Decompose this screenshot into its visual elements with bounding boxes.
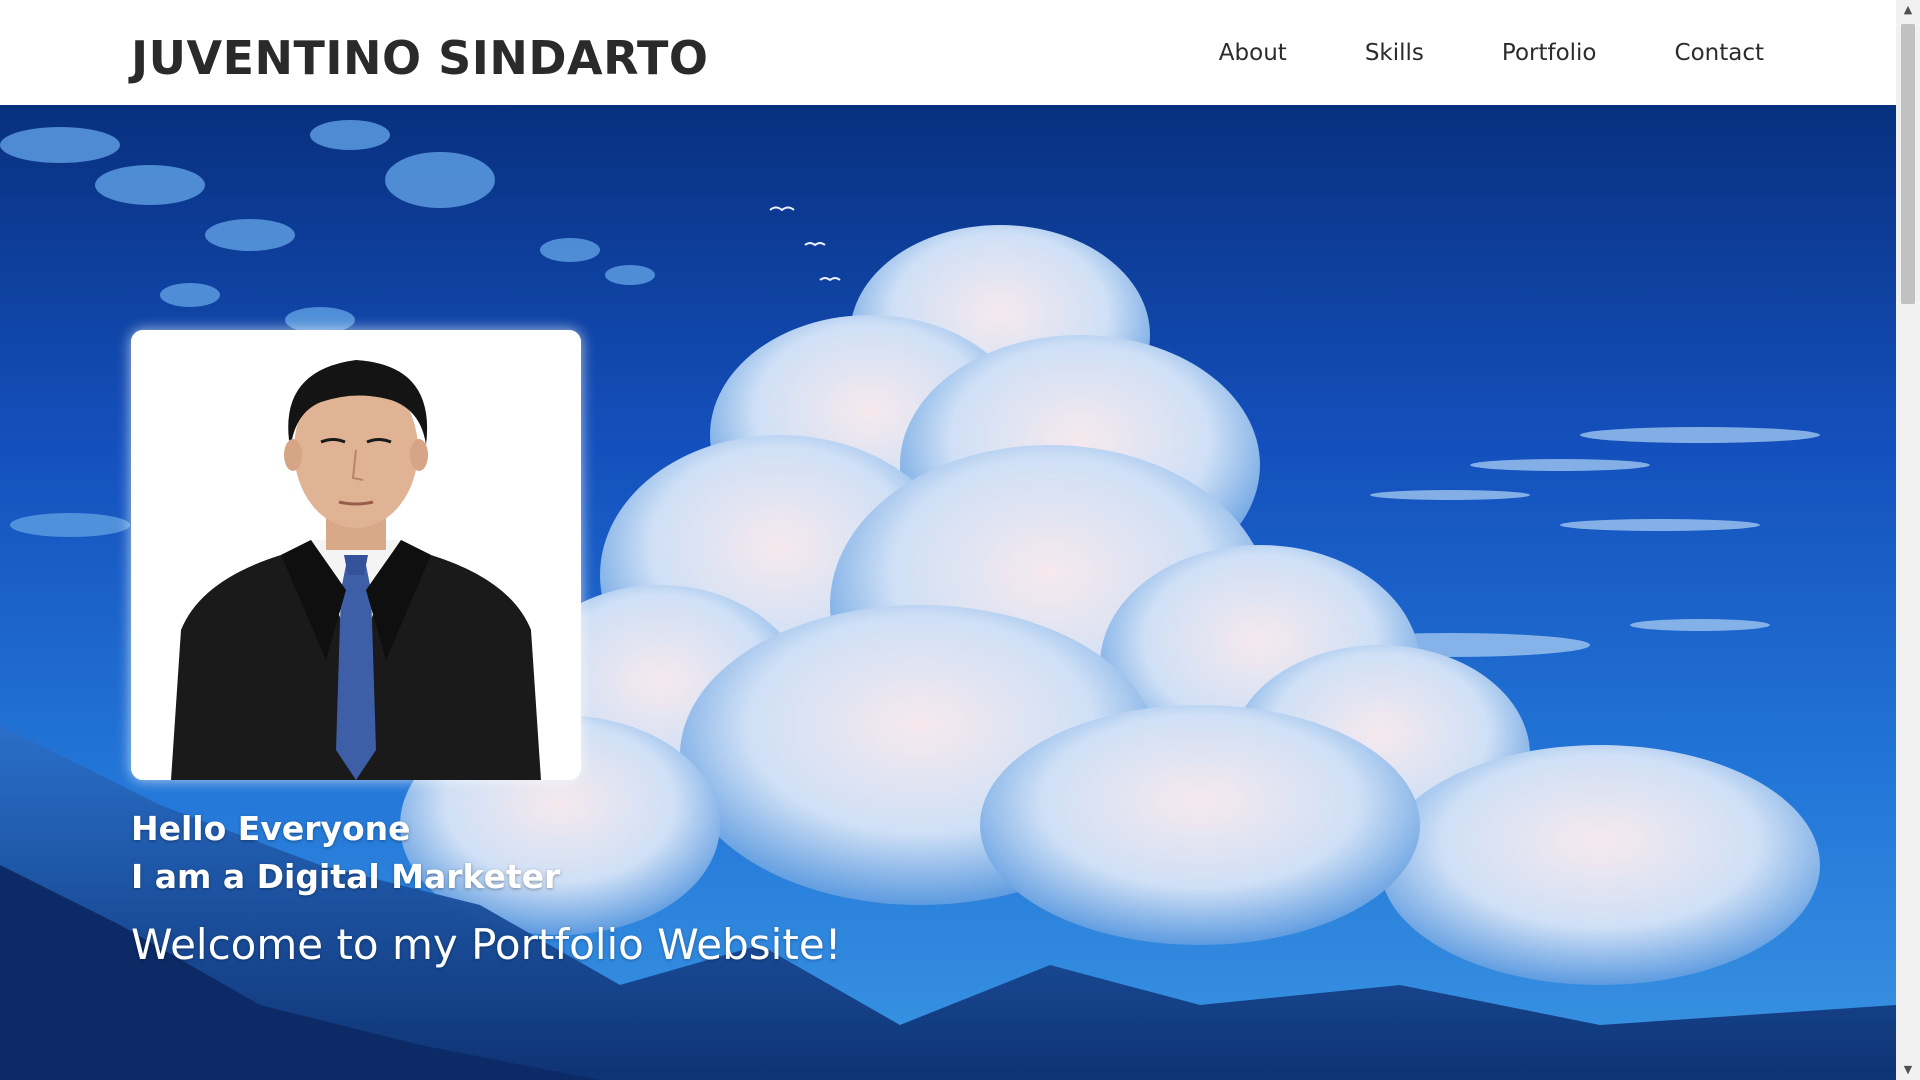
profile-photo-image	[131, 330, 581, 780]
profile-photo	[131, 330, 581, 780]
nav-link-portfolio[interactable]: Portfolio	[1502, 38, 1597, 68]
hero-section: Hello Everyone I am a Digital Marketer W…	[0, 105, 1896, 1080]
scroll-down-icon[interactable]: ▼	[1896, 1060, 1920, 1080]
nav-link-contact[interactable]: Contact	[1675, 38, 1764, 68]
nav-link-skills[interactable]: Skills	[1365, 38, 1424, 68]
greeting-line-2: I am a Digital Marketer	[131, 857, 561, 896]
welcome-heading: Welcome to my Portfolio Website!	[131, 920, 842, 969]
brand-title[interactable]: JUVENTINO SINDARTO	[131, 30, 708, 86]
site-header: JUVENTINO SINDARTO About Skills Portfoli…	[0, 0, 1896, 105]
vertical-scrollbar[interactable]: ▲ ▼	[1896, 0, 1920, 1080]
hero-greeting: Hello Everyone I am a Digital Marketer	[131, 805, 560, 901]
scroll-up-icon[interactable]: ▲	[1896, 0, 1920, 20]
nav-link-about[interactable]: About	[1219, 38, 1287, 68]
greeting-line-1: Hello Everyone	[131, 809, 411, 848]
main-nav: About Skills Portfolio Contact	[1219, 38, 1764, 68]
scrollbar-thumb[interactable]	[1901, 24, 1915, 304]
page: JUVENTINO SINDARTO About Skills Portfoli…	[0, 0, 1920, 1080]
